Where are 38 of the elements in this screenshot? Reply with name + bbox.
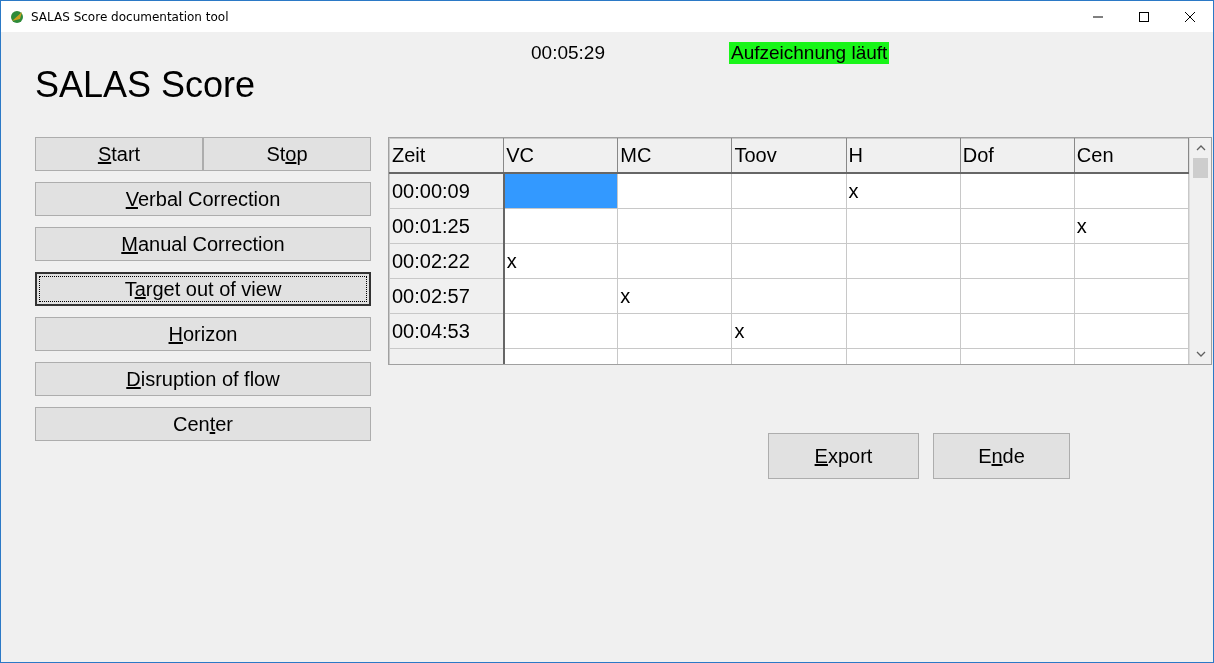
scroll-down-icon[interactable]	[1195, 350, 1206, 358]
command-button[interactable]: Horizon	[35, 317, 371, 351]
table-cell: x	[731, 313, 847, 349]
time-cell: 00:00:09	[389, 173, 504, 209]
time-cell: 00:04:53	[389, 313, 504, 349]
maximize-icon	[1139, 11, 1149, 22]
elapsed-time: 00:05:29	[531, 42, 606, 64]
command-button[interactable]: Ende	[933, 433, 1070, 479]
column-header: H	[846, 138, 961, 173]
command-button[interactable]: Target out of view	[35, 272, 371, 306]
command-button[interactable]: Export	[768, 433, 919, 479]
app-icon	[9, 8, 25, 25]
time-cell: 00:02:22	[389, 243, 504, 279]
command-button[interactable]: Disruption of flow	[35, 362, 371, 396]
scroll-up-icon[interactable]	[1195, 144, 1206, 152]
table-cell: x	[1074, 208, 1189, 244]
close-icon	[1185, 11, 1195, 22]
table-cell: x	[846, 173, 961, 209]
command-button[interactable]: Manual Correction	[35, 227, 371, 261]
time-cell: 00:02:57	[389, 278, 504, 314]
scrollbar[interactable]	[1189, 138, 1211, 364]
command-button[interactable]: Start	[35, 137, 203, 171]
column-header: Zeit	[389, 138, 504, 173]
command-button[interactable]: Verbal Correction	[35, 182, 371, 216]
command-button[interactable]: Stop	[203, 137, 371, 171]
command-button[interactable]: Center	[35, 407, 371, 441]
table-cell: x	[617, 278, 732, 314]
recording-status: Aufzeichnung läuft	[729, 42, 890, 64]
column-header: VC	[503, 138, 618, 173]
scrollbar-thumb[interactable]	[1193, 158, 1208, 178]
column-header: Toov	[731, 138, 847, 173]
time-cell: 00:01:25	[389, 208, 504, 244]
column-header: MC	[617, 138, 732, 173]
window-title: SALAS Score documentation tool	[31, 9, 230, 24]
app-title: SALAS Score	[35, 63, 257, 106]
column-header: Cen	[1074, 138, 1189, 173]
table-cell: x	[503, 243, 618, 279]
column-header: Dof	[960, 138, 1075, 173]
